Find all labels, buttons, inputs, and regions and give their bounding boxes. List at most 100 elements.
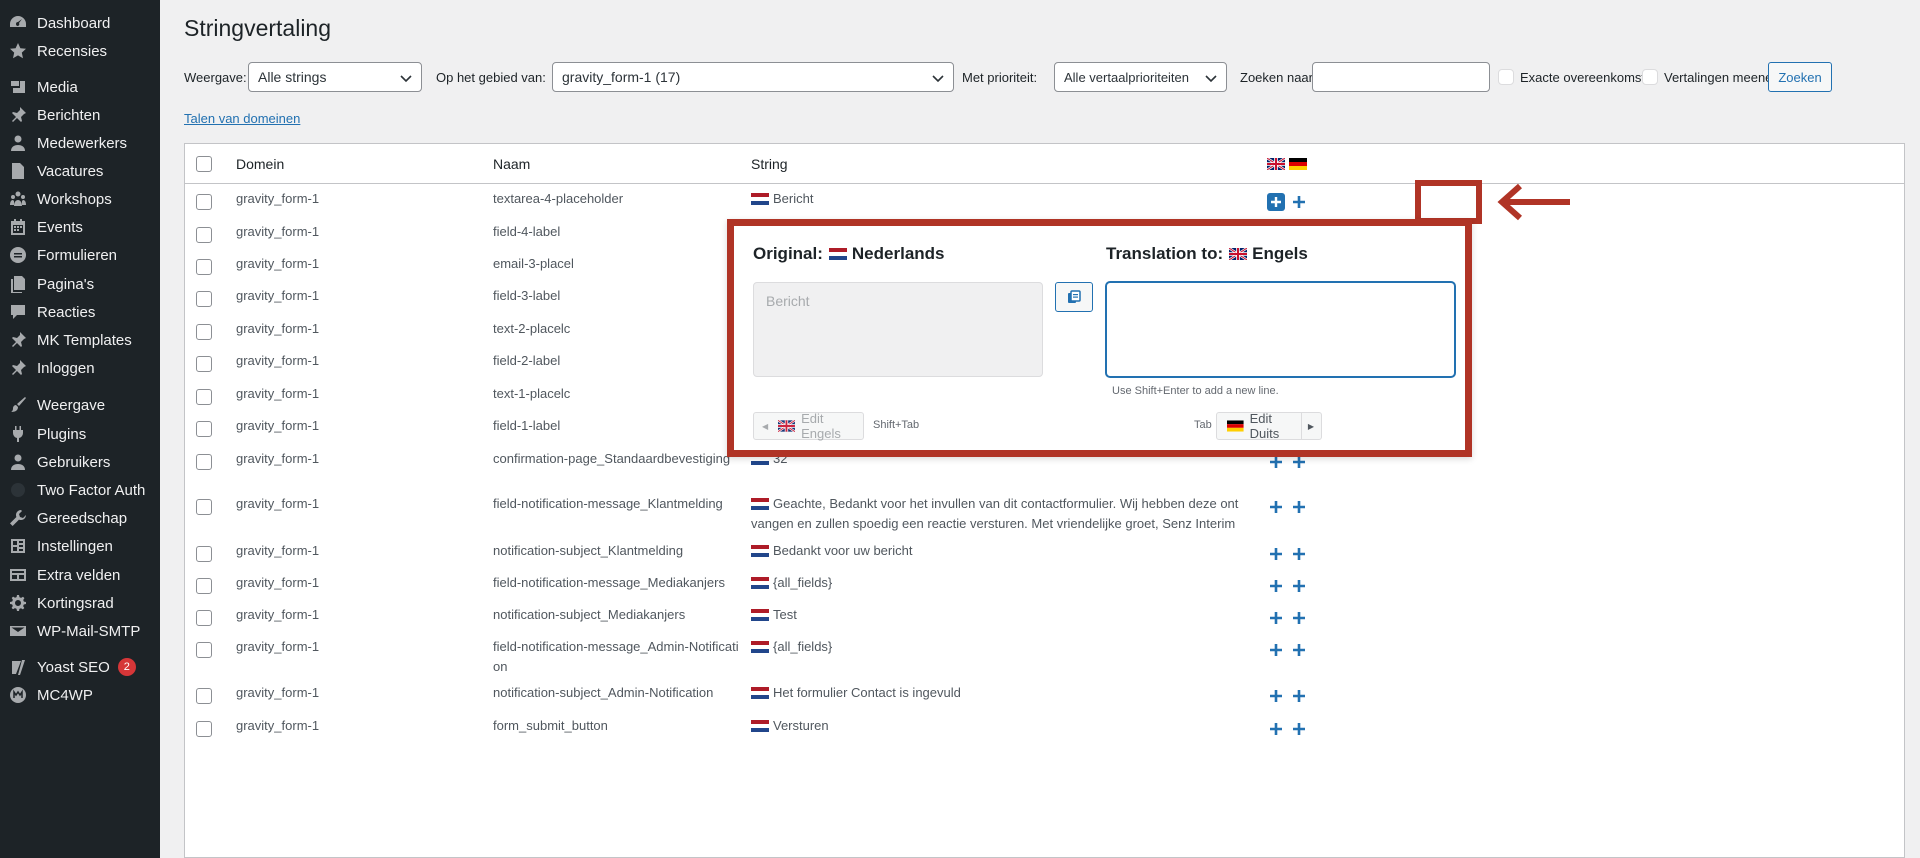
sidebar-item-label: WP-Mail-SMTP	[37, 622, 141, 640]
sidebar-item-wp-mail-smtp[interactable]: WP-Mail-SMTP	[0, 616, 160, 646]
page-title: Stringvertaling	[184, 15, 332, 41]
row-checkbox[interactable]	[196, 454, 212, 470]
domain-select[interactable]: gravity_form-1 (17)	[552, 62, 954, 92]
sidebar-item-reacties[interactable]: Reacties	[0, 297, 160, 327]
sidebar-item-pagina-s[interactable]: Pagina's	[0, 269, 160, 299]
row-domain: gravity_form-1	[236, 639, 320, 654]
add-translation-de-button[interactable]	[1290, 545, 1308, 563]
pin-icon	[8, 105, 28, 125]
edit-prev-language-button[interactable]: ◀ Edit Engels	[753, 411, 864, 441]
row-checkbox[interactable]	[196, 259, 212, 275]
exact-match-checkbox[interactable]	[1498, 69, 1514, 85]
add-translation-en-button[interactable]	[1267, 498, 1285, 516]
row-checkbox[interactable]	[196, 324, 212, 340]
sidebar-item-label: Dashboard	[37, 14, 111, 32]
sidebar-item-dashboard[interactable]: Dashboard	[0, 8, 160, 38]
plus-icon	[1293, 644, 1305, 656]
view-select[interactable]: Alle strings	[248, 62, 422, 92]
sidebar-item-berichten[interactable]: Berichten	[0, 100, 160, 130]
add-translation-en-button[interactable]	[1267, 720, 1285, 738]
row-checkbox[interactable]	[196, 688, 212, 704]
sidebar-item-plugins[interactable]: Plugins	[0, 419, 160, 449]
sidebar-item-weergave[interactable]: Weergave	[0, 390, 160, 420]
sidebar-item-inloggen[interactable]: Inloggen	[0, 353, 160, 383]
row-domain: gravity_form-1	[236, 496, 320, 511]
row-string-text: Bericht	[773, 191, 814, 206]
sidebar-item-mk-templates[interactable]: MK Templates	[0, 325, 160, 355]
add-translation-de-button[interactable]	[1290, 687, 1308, 705]
chevron-down-icon	[400, 75, 412, 83]
select-all-checkbox[interactable]	[196, 156, 212, 172]
include-translations-checkbox[interactable]	[1642, 69, 1658, 85]
add-translation-de-button[interactable]	[1290, 720, 1308, 738]
row-checkbox[interactable]	[196, 578, 212, 594]
groups-icon	[8, 189, 28, 209]
sidebar-item-medewerkers[interactable]: Medewerkers	[0, 128, 160, 158]
row-checkbox[interactable]	[196, 194, 212, 210]
column-domain[interactable]: Domein	[236, 156, 284, 172]
column-name[interactable]: Naam	[493, 156, 530, 172]
row-checkbox[interactable]	[196, 642, 212, 658]
column-string[interactable]: String	[751, 156, 788, 172]
plus-icon	[1293, 548, 1305, 560]
row-checkbox[interactable]	[196, 421, 212, 437]
row-string: Test	[751, 605, 1241, 625]
translation-textarea[interactable]	[1106, 282, 1455, 377]
sidebar-item-extra-velden[interactable]: Extra velden	[0, 560, 160, 590]
add-translation-de-button[interactable]	[1290, 193, 1308, 211]
sidebar-item-label: Weergave	[37, 396, 106, 414]
copy-original-button[interactable]	[1055, 282, 1093, 312]
sidebar-item-two-factor-auth[interactable]: Two Factor Auth	[0, 475, 160, 505]
sidebar-item-media[interactable]: Media	[0, 72, 160, 102]
sidebar-item-workshops[interactable]: Workshops	[0, 184, 160, 214]
edit-next-language-button[interactable]: Edit Duits ▶	[1216, 411, 1322, 441]
sidebar-item-gereedschap[interactable]: Gereedschap	[0, 503, 160, 533]
wrench-icon	[8, 508, 28, 528]
add-translation-en-button[interactable]	[1267, 609, 1285, 627]
plus-icon	[1293, 580, 1305, 592]
row-domain: gravity_form-1	[236, 607, 320, 622]
row-checkbox[interactable]	[196, 546, 212, 562]
sidebar-item-gebruikers[interactable]: Gebruikers	[0, 447, 160, 477]
row-checkbox[interactable]	[196, 389, 212, 405]
add-translation-de-button[interactable]	[1290, 577, 1308, 595]
row-checkbox[interactable]	[196, 610, 212, 626]
row-checkbox[interactable]	[196, 291, 212, 307]
row-string-text: {all_fields}	[773, 575, 833, 590]
row-checkbox[interactable]	[196, 356, 212, 372]
row-checkbox[interactable]	[196, 499, 212, 515]
add-translation-en-button[interactable]	[1267, 545, 1285, 563]
sidebar-item-kortingsrad[interactable]: Kortingsrad	[0, 588, 160, 618]
sidebar-item-formulieren[interactable]: Formulieren	[0, 240, 160, 270]
sidebar-item-recensies[interactable]: Recensies	[0, 36, 160, 66]
row-domain: gravity_form-1	[236, 451, 320, 466]
sidebar-item-vacatures[interactable]: Vacatures	[0, 156, 160, 186]
mc4wp-icon	[8, 685, 28, 705]
sidebar-item-yoast-seo[interactable]: Yoast SEO 2	[0, 652, 160, 682]
search-button[interactable]: Zoeken	[1768, 62, 1832, 92]
flag-en-icon	[1229, 248, 1248, 260]
row-name: notification-subject_Admin-Notification	[493, 685, 714, 700]
add-translation-en-button[interactable]	[1267, 193, 1285, 211]
add-translation-de-button[interactable]	[1290, 641, 1308, 659]
add-translation-de-button[interactable]	[1290, 609, 1308, 627]
add-translation-en-button[interactable]	[1267, 687, 1285, 705]
sidebar-item-events[interactable]: Events	[0, 212, 160, 242]
search-input[interactable]	[1312, 62, 1490, 92]
add-translation-en-button[interactable]	[1267, 641, 1285, 659]
flag-nl-icon	[751, 545, 769, 557]
row-string: Bericht	[751, 189, 1241, 209]
row-string: Versturen	[751, 716, 1241, 736]
view-select-value: Alle strings	[258, 69, 327, 85]
add-translation-de-button[interactable]	[1290, 498, 1308, 516]
sidebar-item-instellingen[interactable]: Instellingen	[0, 531, 160, 561]
row-checkbox[interactable]	[196, 227, 212, 243]
sidebar-item-mc4wp[interactable]: MC4WP	[0, 680, 160, 710]
domain-languages-link[interactable]: Talen van domeinen	[184, 111, 300, 126]
flag-en-icon	[778, 420, 796, 432]
add-translation-en-button[interactable]	[1267, 577, 1285, 595]
forms-icon	[8, 245, 28, 265]
priority-select[interactable]: Alle vertaalprioriteiten	[1054, 62, 1227, 92]
row-string-text: Het formulier Contact is ingevuld	[773, 685, 961, 700]
row-checkbox[interactable]	[196, 721, 212, 737]
